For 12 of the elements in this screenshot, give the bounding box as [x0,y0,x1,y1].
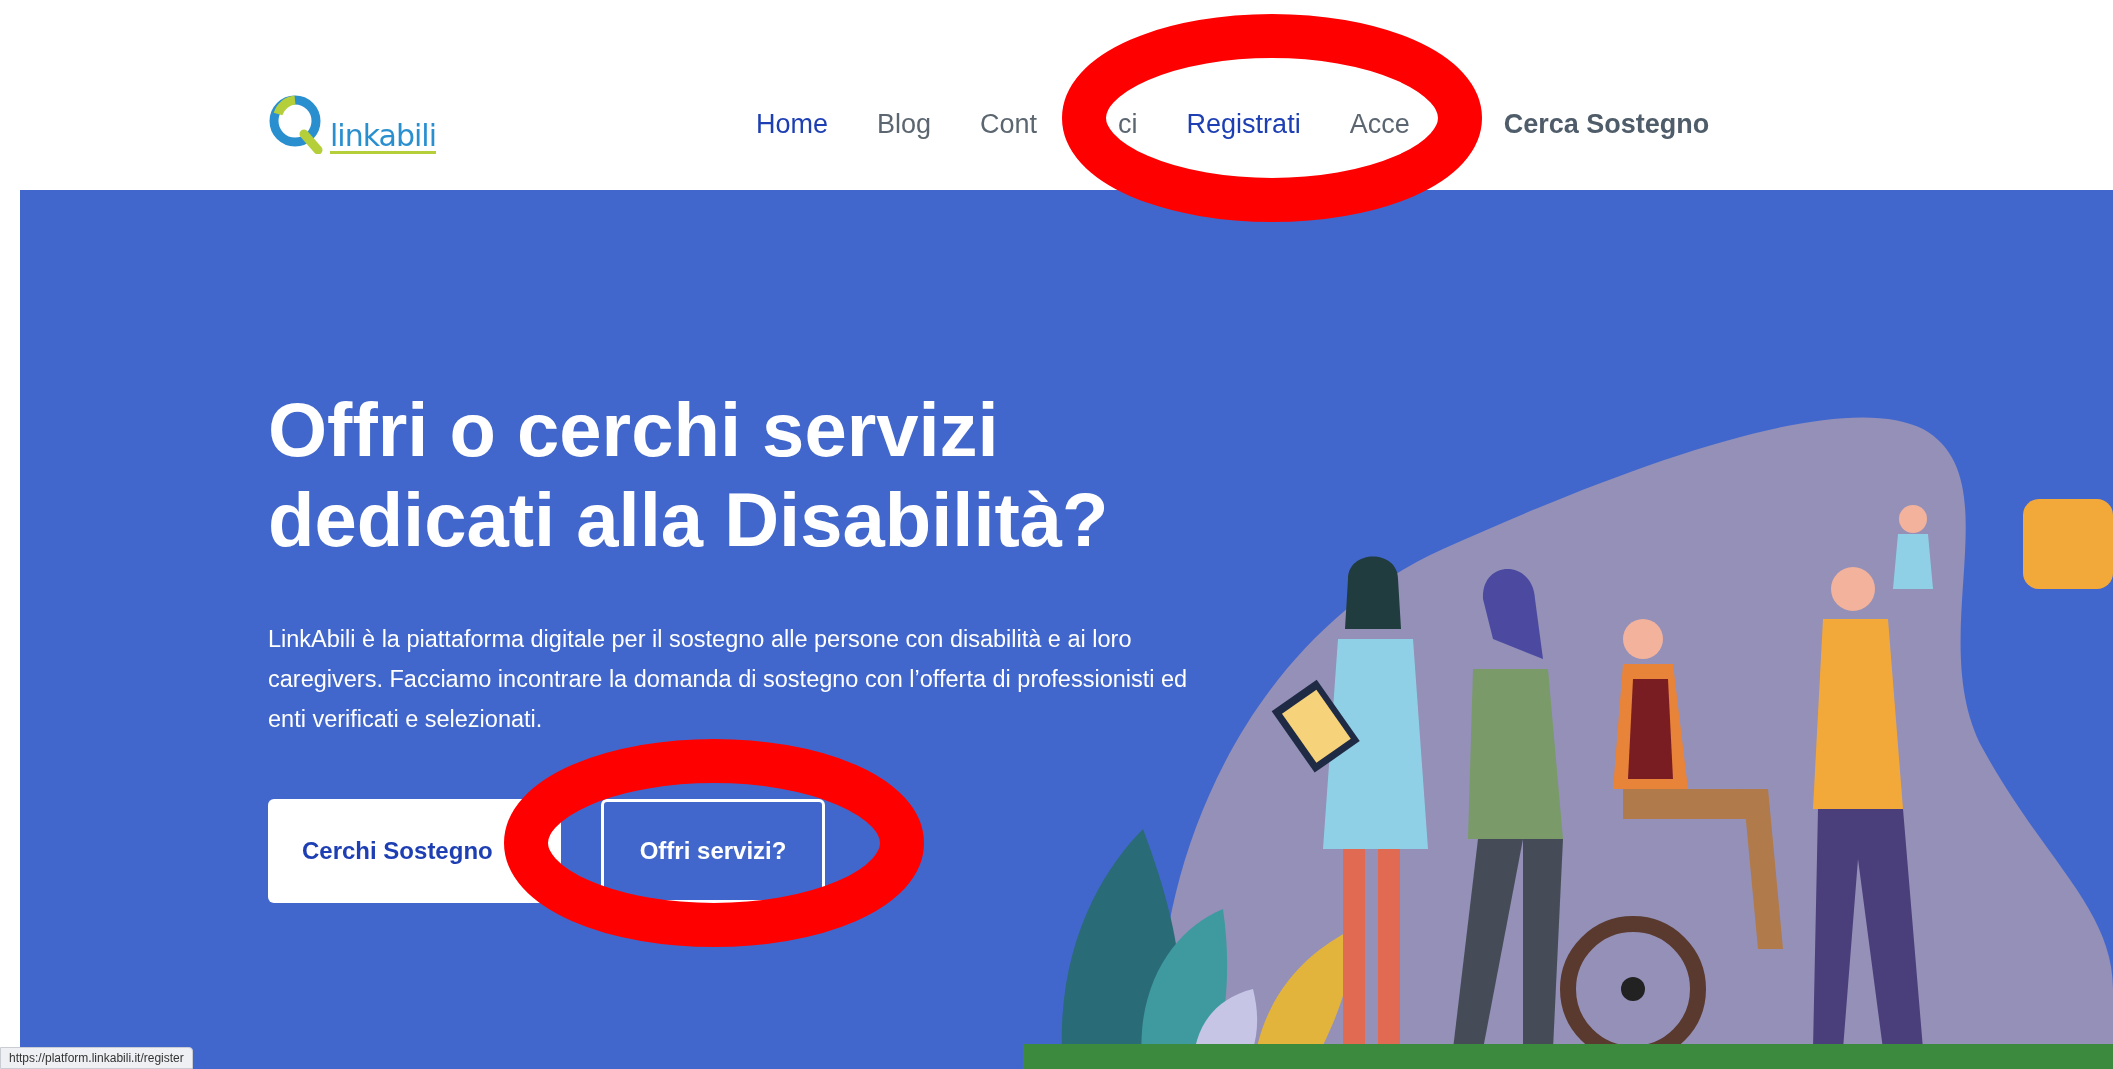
nav-link[interactable]: Blog [877,103,932,145]
status-bar-url: https://platform.linkabili.it/register [0,1047,193,1069]
nav-link[interactable]: Registrati [1186,103,1301,145]
logo-text: linkabili [330,121,436,154]
nav-link[interactable]: Cont [980,103,1038,145]
offer-services-button[interactable]: Offri servizi? [600,799,826,904]
nav-link[interactable]: Home [755,103,828,145]
nav-link[interactable]: ci [1118,103,1138,145]
nav-link[interactable]: Acce [1349,103,1410,145]
hero-description: LinkAbili è la piattaforma digitale per il sostegno alle persone con disabilità e ai loro caregivers. Facciamo incontrare la domanda di sostegno con l’offerta di professionisti ed enti verificati e selezionati. [268,625,1189,735]
hero-heading: Offri o cerchi servizi dedicati alla Disabilità? [268,386,1110,564]
nav-link[interactable]: Cerca Sostegno [1503,103,1710,145]
